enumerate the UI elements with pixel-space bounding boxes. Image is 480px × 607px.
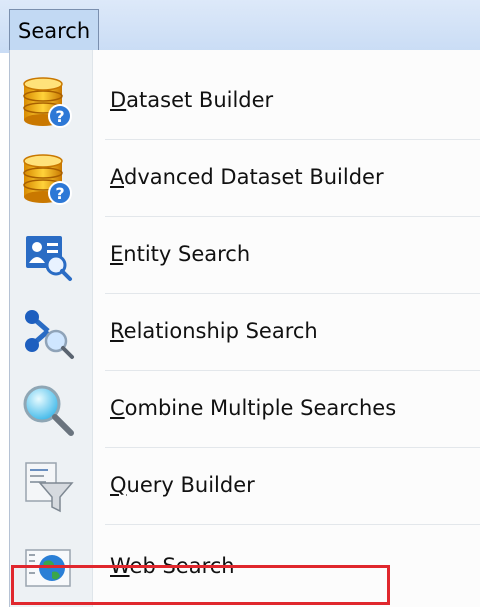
- magnifier-icon: [20, 382, 76, 438]
- menu-item-label: Advanced Dataset Builder: [110, 165, 384, 189]
- relationship-search-icon: [20, 305, 76, 361]
- menu-item-label: Combine Multiple Searches: [110, 396, 397, 420]
- database-help-icon: ?: [20, 74, 76, 130]
- highlight-box: [11, 565, 390, 605]
- search-menu-tab[interactable]: Search: [9, 9, 100, 50]
- menu-item-combine-multiple-searches[interactable]: Combine Multiple Searches: [10, 370, 480, 447]
- database-help-icon: ?: [20, 151, 76, 207]
- funnel-document-icon: [20, 459, 76, 515]
- svg-text:?: ?: [55, 184, 64, 203]
- separator: [105, 524, 480, 525]
- menu-item-dataset-builder[interactable]: ? Dataset Builder: [10, 62, 480, 139]
- menu-item-entity-search[interactable]: Entity Search: [10, 216, 480, 293]
- entity-search-icon: [20, 228, 76, 284]
- menu-item-query-builder[interactable]: Query Builder: [10, 447, 480, 524]
- search-menu-tab-label: Search: [18, 19, 91, 43]
- menu-item-advanced-dataset-builder[interactable]: ? Advanced Dataset Builder: [10, 139, 480, 216]
- menu-item-relationship-search[interactable]: Relationship Search: [10, 293, 480, 370]
- menu-item-label: Relationship Search: [110, 319, 318, 343]
- menu-item-label: Query Builder: [110, 473, 255, 497]
- menu-item-label: Entity Search: [110, 242, 251, 266]
- search-dropdown-menu: ? Dataset Builder ? Advanced Dataset Bui…: [9, 50, 480, 607]
- menu-bar: Search: [0, 0, 480, 53]
- svg-text:?: ?: [55, 107, 64, 126]
- menu-item-label: Dataset Builder: [110, 88, 274, 112]
